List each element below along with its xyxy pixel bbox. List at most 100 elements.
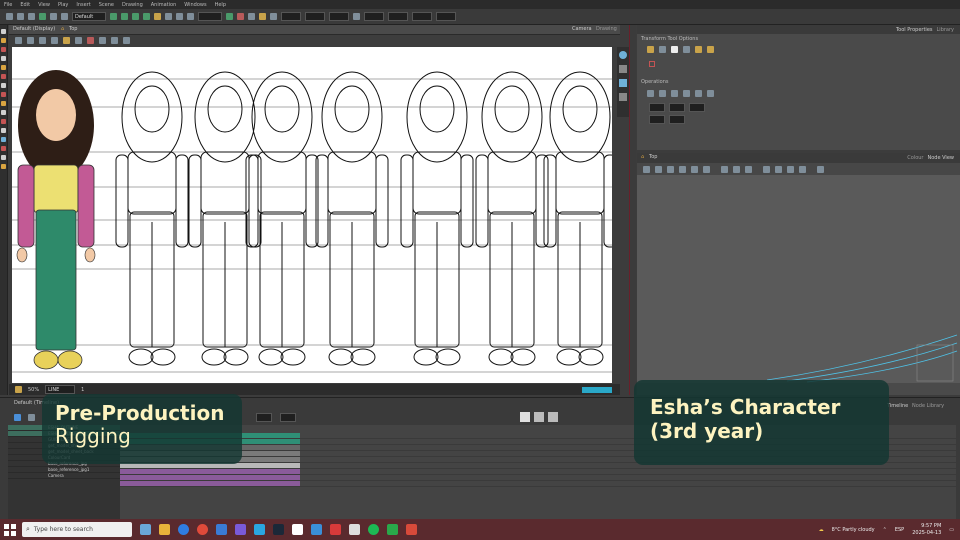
- weather-text[interactable]: 8°C Partly cloudy: [832, 527, 875, 533]
- value-field[interactable]: [198, 12, 222, 21]
- tool-icon[interactable]: [123, 37, 130, 44]
- menu-help[interactable]: Help: [215, 2, 226, 8]
- tab-camera[interactable]: Camera: [572, 26, 592, 32]
- align-icon[interactable]: [695, 90, 702, 97]
- tool-icon[interactable]: [51, 37, 58, 44]
- file-explorer-icon[interactable]: [159, 524, 170, 535]
- tool-icon[interactable]: [259, 13, 266, 20]
- rotate-icon[interactable]: [1, 128, 6, 133]
- loop-icon[interactable]: [50, 13, 57, 20]
- tool-icon[interactable]: [248, 13, 255, 20]
- view-title[interactable]: Default (Display): [13, 26, 55, 32]
- tool-icon[interactable]: [237, 13, 244, 20]
- tool-icon[interactable]: [75, 37, 82, 44]
- loop-icon[interactable]: [28, 414, 35, 421]
- tool-icon[interactable]: [110, 13, 117, 20]
- spotify-icon[interactable]: [368, 524, 379, 535]
- eraser-icon[interactable]: [1, 47, 6, 52]
- tool-icon[interactable]: [799, 166, 806, 173]
- tool-icon[interactable]: [775, 166, 782, 173]
- paint-icon[interactable]: [1, 65, 6, 70]
- tool-icon[interactable]: [721, 166, 728, 173]
- value-field[interactable]: [436, 12, 456, 21]
- tool-icon[interactable]: [787, 166, 794, 173]
- hand-icon[interactable]: [1, 110, 6, 115]
- value-field[interactable]: [281, 12, 301, 21]
- app-icon[interactable]: [292, 524, 303, 535]
- flip-icon[interactable]: [659, 90, 666, 97]
- menu-windows[interactable]: Windows: [184, 2, 206, 8]
- chrome-icon[interactable]: [197, 524, 208, 535]
- width-field[interactable]: [669, 103, 685, 112]
- tool-icon[interactable]: [643, 166, 650, 173]
- tool-icon[interactable]: [121, 13, 128, 20]
- tool-icon[interactable]: [763, 166, 770, 173]
- menu-insert[interactable]: Insert: [76, 2, 90, 8]
- select-icon[interactable]: [1, 29, 6, 34]
- tab-timeline[interactable]: Timeline: [887, 403, 908, 409]
- tool-icon[interactable]: [679, 166, 686, 173]
- x-field[interactable]: [649, 103, 665, 112]
- value-field[interactable]: [388, 12, 408, 21]
- redo-icon[interactable]: [28, 13, 35, 20]
- app-icon[interactable]: [349, 524, 360, 535]
- workspace-select[interactable]: Default: [72, 12, 106, 21]
- tool-icon[interactable]: [154, 13, 161, 20]
- tool-icon[interactable]: [353, 13, 360, 20]
- home-icon[interactable]: ⌂: [641, 154, 644, 160]
- tool-icon[interactable]: [655, 166, 662, 173]
- height-field[interactable]: [669, 115, 685, 124]
- tool-icon[interactable]: [187, 13, 194, 20]
- zoom-icon[interactable]: [1, 119, 6, 124]
- app-icon[interactable]: [387, 524, 398, 535]
- node-view-canvas[interactable]: [637, 175, 960, 395]
- tool-icon[interactable]: [691, 166, 698, 173]
- tool-icon[interactable]: [667, 166, 674, 173]
- light-icon[interactable]: [15, 386, 22, 393]
- tool-icon[interactable]: [165, 13, 172, 20]
- tool-icon[interactable]: [619, 93, 627, 101]
- tool-icon[interactable]: [817, 166, 824, 173]
- tool-icon[interactable]: [27, 37, 34, 44]
- home-icon[interactable]: ⌂: [61, 26, 64, 32]
- flip-icon[interactable]: [647, 90, 654, 97]
- key-icon[interactable]: [520, 412, 530, 422]
- option-checkbox[interactable]: [649, 61, 655, 67]
- clock[interactable]: 9:57 PM 2025-04-13: [912, 523, 941, 537]
- menu-scene[interactable]: Scene: [99, 2, 114, 8]
- magnet-icon[interactable]: [671, 46, 678, 53]
- edge-icon[interactable]: [178, 524, 189, 535]
- transform-icon[interactable]: [1, 137, 6, 142]
- frame-field[interactable]: [256, 413, 272, 422]
- tool-icon[interactable]: [143, 13, 150, 20]
- key-icon[interactable]: [534, 412, 544, 422]
- bone-icon[interactable]: [1, 146, 6, 151]
- menu-view[interactable]: View: [38, 2, 50, 8]
- app-icon[interactable]: [311, 524, 322, 535]
- tab-tool-properties[interactable]: Tool Properties: [896, 27, 933, 33]
- tool-icon[interactable]: [176, 13, 183, 20]
- rotate-icon[interactable]: [683, 90, 690, 97]
- zoom-level[interactable]: 50%: [28, 387, 39, 393]
- camera-view-icon[interactable]: [619, 51, 627, 59]
- tool-icon[interactable]: [619, 79, 627, 87]
- pivot-icon[interactable]: [1, 164, 6, 169]
- shape-icon[interactable]: [1, 74, 6, 79]
- value-field[interactable]: [305, 12, 325, 21]
- angle-field[interactable]: [689, 103, 705, 112]
- stop-icon[interactable]: [61, 13, 68, 20]
- play-icon[interactable]: [14, 414, 21, 421]
- tray-icons[interactable]: ⌃: [883, 527, 887, 533]
- key-icon[interactable]: [548, 412, 558, 422]
- tool-icon[interactable]: [703, 166, 710, 173]
- menu-play[interactable]: Play: [58, 2, 68, 8]
- language-indicator[interactable]: ESP: [895, 527, 904, 533]
- menu-animation[interactable]: Animation: [151, 2, 177, 8]
- harmony-icon[interactable]: [406, 524, 417, 535]
- windows-start-icon[interactable]: [4, 523, 16, 536]
- tool-icon[interactable]: [226, 13, 233, 20]
- app-icon[interactable]: [330, 524, 341, 535]
- value-field[interactable]: [412, 12, 432, 21]
- undo-icon[interactable]: [17, 13, 24, 20]
- camera-icon[interactable]: [1, 155, 6, 160]
